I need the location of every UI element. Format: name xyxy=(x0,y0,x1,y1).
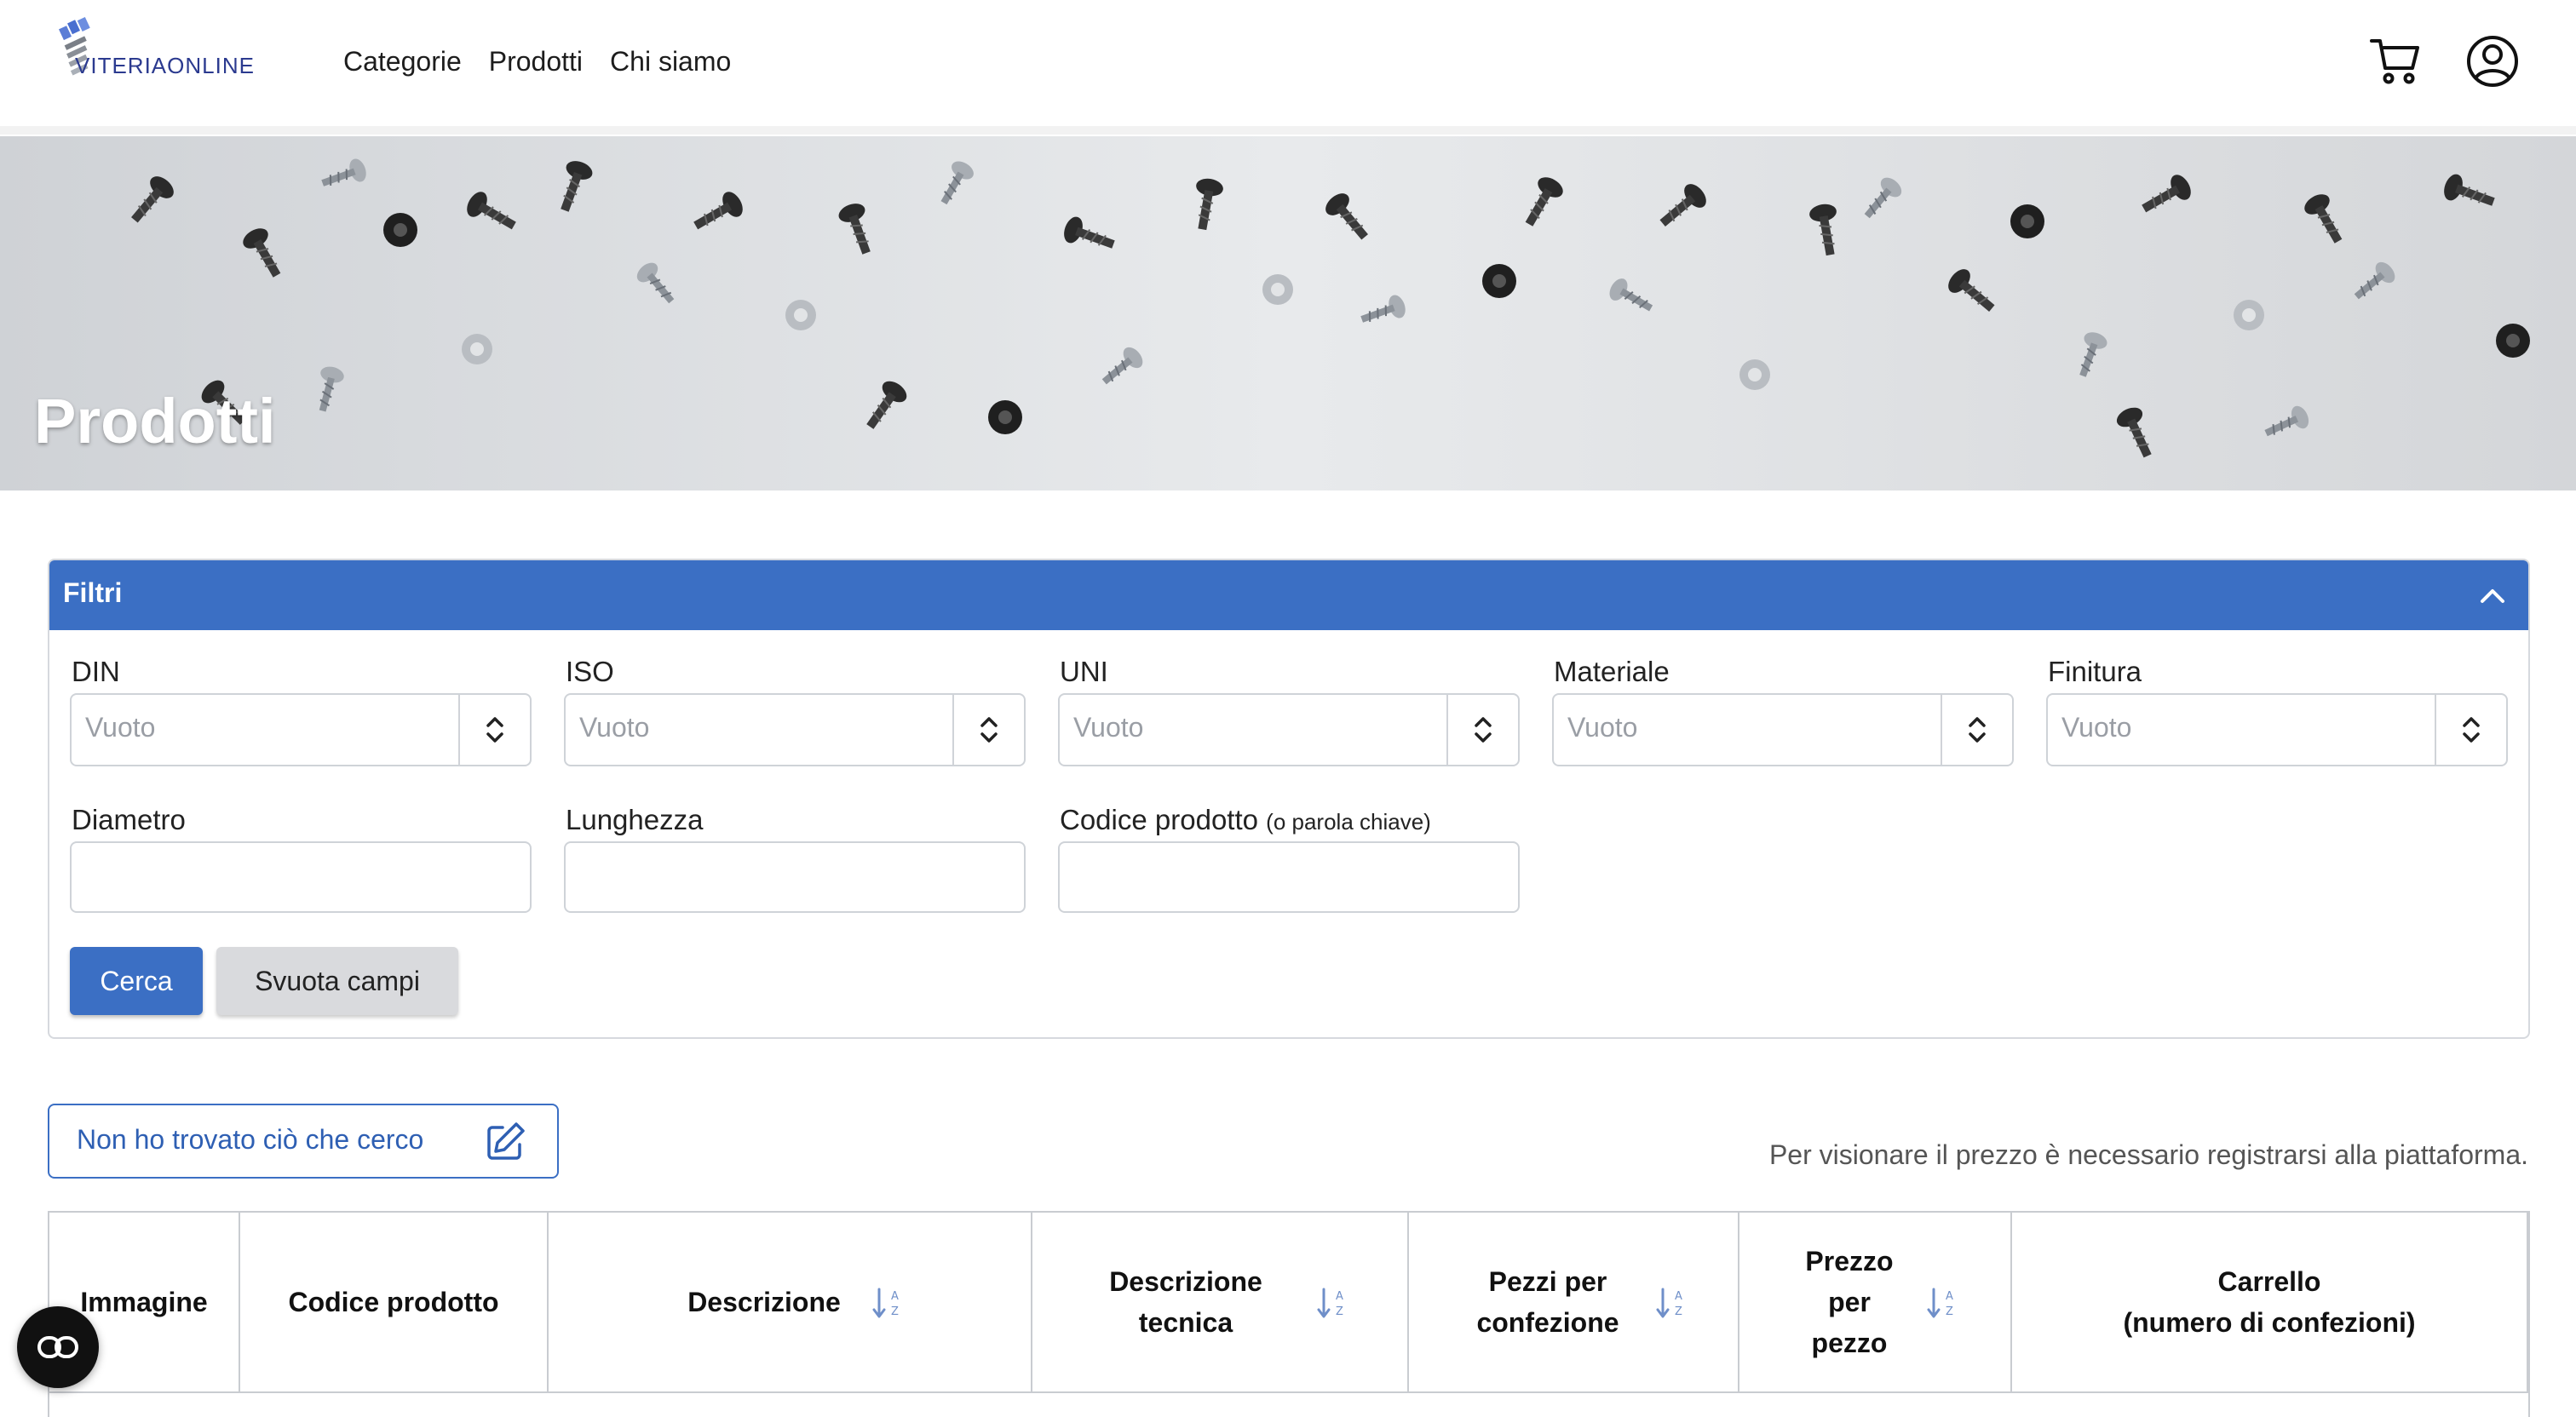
accessibility-button[interactable] xyxy=(17,1306,99,1388)
updown-arrows-icon xyxy=(980,717,998,743)
column-header-label: Pezzi per confezione xyxy=(1409,1261,1687,1343)
iso-placeholder: Vuoto xyxy=(579,712,650,743)
svg-text:Z: Z xyxy=(891,1305,899,1318)
materiale-label: Materiale xyxy=(1554,656,1670,687)
codice-prodotto-label-text: Codice prodotto xyxy=(1060,804,1258,835)
chevron-up-icon[interactable] xyxy=(2475,579,2510,613)
filters-header[interactable]: Filtri xyxy=(49,560,2528,630)
user-account-icon[interactable] xyxy=(2464,32,2521,90)
column-header-line: Descrizione xyxy=(1109,1266,1262,1297)
not-found-request-button[interactable]: Non ho trovato ciò che cerco xyxy=(48,1104,559,1179)
filters-panel: Filtri DIN ISO UNI Materiale Finitura Vu… xyxy=(48,559,2530,1039)
sort-az-icon[interactable]: A Z xyxy=(1315,1284,1348,1322)
column-header-line: (numero di confezioni) xyxy=(2123,1307,2416,1338)
column-header-line: tecnica xyxy=(1138,1307,1233,1338)
updown-arrows-icon xyxy=(1969,717,1986,743)
main-nav: Categorie Prodotti Chi siamo xyxy=(343,46,731,77)
column-header-line: confezione xyxy=(1476,1307,1619,1338)
sort-az-icon[interactable]: A Z xyxy=(871,1284,903,1322)
nav-item-categorie[interactable]: Categorie xyxy=(343,46,462,77)
uni-placeholder: Vuoto xyxy=(1073,712,1144,743)
not-found-request-label: Non ho trovato ciò che cerco xyxy=(77,1124,424,1155)
column-header-descrizione: Descrizione A Z xyxy=(549,1213,1032,1391)
column-header-carrello: Carrello (numero di confezioni) xyxy=(2012,1213,2528,1391)
svg-text:A: A xyxy=(1336,1290,1343,1303)
search-button[interactable]: Cerca xyxy=(70,947,203,1015)
svg-text:Z: Z xyxy=(1946,1305,1953,1318)
products-table: Immagine Codice prodotto Descrizione A Z… xyxy=(48,1211,2530,1417)
svg-text:A: A xyxy=(1675,1290,1682,1303)
svg-text:Z: Z xyxy=(1336,1305,1343,1318)
column-header-line: Carrello xyxy=(2217,1266,2321,1297)
column-header-line: Pezzi per xyxy=(1488,1266,1607,1297)
header-divider xyxy=(0,126,2576,135)
price-registration-note: Per visionare il prezzo è necessario reg… xyxy=(1768,1139,2528,1170)
select-divider xyxy=(1941,695,1942,765)
logo-text: VITERIAONLINE xyxy=(75,53,255,78)
lunghezza-input[interactable] xyxy=(564,841,1026,913)
sort-az-icon[interactable]: A Z xyxy=(1654,1284,1687,1322)
accessibility-icon xyxy=(37,1336,78,1358)
codice-prodotto-hint: (o parola chiave) xyxy=(1266,809,1431,835)
edit-icon xyxy=(487,1122,525,1160)
nav-item-prodotti[interactable]: Prodotti xyxy=(489,46,583,77)
page-title: Prodotti xyxy=(34,386,276,456)
svg-text:A: A xyxy=(891,1290,899,1303)
select-divider xyxy=(2435,695,2436,765)
uni-label: UNI xyxy=(1060,656,1108,687)
codice-prodotto-label: Codice prodotto (o parola chiave) xyxy=(1060,804,1431,836)
iso-label: ISO xyxy=(566,656,614,687)
nav-item-chi-siamo[interactable]: Chi siamo xyxy=(610,46,731,77)
uni-select[interactable]: Vuoto xyxy=(1058,693,1520,766)
site-header: VITERIAONLINE Categorie Prodotti Chi sia… xyxy=(0,0,2576,128)
filters-title: Filtri xyxy=(63,577,123,608)
din-placeholder: Vuoto xyxy=(85,712,156,743)
select-divider xyxy=(458,695,460,765)
lunghezza-label: Lunghezza xyxy=(566,804,704,835)
finitura-placeholder: Vuoto xyxy=(2061,712,2132,743)
iso-select[interactable]: Vuoto xyxy=(564,693,1026,766)
diametro-label: Diametro xyxy=(72,804,186,835)
din-select[interactable]: Vuoto xyxy=(70,693,532,766)
select-divider xyxy=(952,695,954,765)
clear-fields-button[interactable]: Svuota campi xyxy=(216,947,458,1015)
column-header-line: pezzo xyxy=(1811,1328,1888,1358)
column-header-label: Descrizione xyxy=(687,1287,841,1317)
din-label: DIN xyxy=(72,656,120,687)
column-header-label: Carrello (numero di confezioni) xyxy=(2012,1261,2527,1343)
column-header-line: Prezzo xyxy=(1805,1246,1894,1276)
column-header-label: Descrizione tecnica xyxy=(1032,1261,1339,1343)
select-divider xyxy=(1446,695,1448,765)
table-header-divider xyxy=(49,1391,2528,1393)
column-header-pezzi-per-confezione: Pezzi per confezione A Z xyxy=(1409,1213,1739,1391)
column-header-prezzo-per-pezzo: Prezzo per pezzo A Z xyxy=(1739,1213,2012,1391)
updown-arrows-icon xyxy=(2463,717,2480,743)
svg-text:A: A xyxy=(1946,1290,1953,1303)
hero-banner: Prodotti xyxy=(0,136,2576,490)
materiale-select[interactable]: Vuoto xyxy=(1552,693,2014,766)
updown-arrows-icon xyxy=(486,717,503,743)
svg-text:Z: Z xyxy=(1675,1305,1682,1318)
hero-screws-image xyxy=(0,136,2576,490)
sort-az-icon[interactable]: A Z xyxy=(1925,1284,1958,1322)
cart-icon[interactable] xyxy=(2366,32,2424,90)
updown-arrows-icon xyxy=(1475,717,1492,743)
column-header-descrizione-tecnica: Descrizione tecnica A Z xyxy=(1032,1213,1409,1391)
column-header-codice-prodotto: Codice prodotto xyxy=(240,1213,549,1391)
finitura-label: Finitura xyxy=(2048,656,2142,687)
codice-prodotto-input[interactable] xyxy=(1058,841,1520,913)
diametro-input[interactable] xyxy=(70,841,532,913)
finitura-select[interactable]: Vuoto xyxy=(2046,693,2508,766)
column-header-label: Codice prodotto xyxy=(288,1287,499,1317)
materiale-placeholder: Vuoto xyxy=(1567,712,1638,743)
